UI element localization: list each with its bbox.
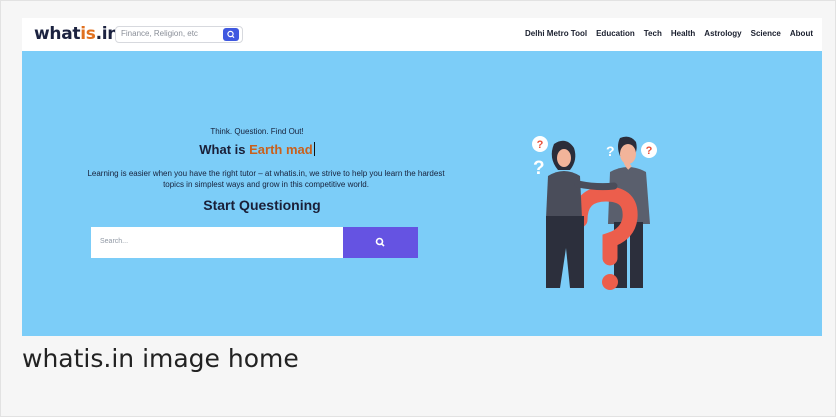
- nav-search-field[interactable]: Finance, Religion, etc: [115, 26, 243, 43]
- hero-search-bar: Search...: [91, 227, 418, 258]
- hero-headline: What is Earth mad: [132, 142, 382, 157]
- svg-text:?: ?: [646, 145, 653, 157]
- question-mark-icon: ?: [606, 143, 615, 159]
- question-mark-icon: ?: [533, 158, 545, 179]
- image-caption: whatis.in image home: [22, 344, 299, 373]
- people-with-question-marks-illustration: ? ? ? ? ?: [532, 136, 657, 290]
- logo-accent: is: [80, 24, 96, 44]
- nav-link-education[interactable]: Education: [596, 29, 635, 38]
- top-navbar: whatis.in Finance, Religion, etc Delhi M…: [22, 18, 822, 51]
- nav-search-button[interactable]: [223, 28, 239, 41]
- hero-search-button[interactable]: [343, 227, 418, 258]
- nav-search-placeholder: Finance, Religion, etc: [121, 29, 198, 38]
- headline-typed-text: Earth mad: [249, 142, 313, 157]
- hero-tagline: Think. Question. Find Out!: [210, 127, 304, 136]
- nav-link-astrology[interactable]: Astrology: [704, 29, 741, 38]
- nav-link-tech[interactable]: Tech: [644, 29, 662, 38]
- nav-links: Delhi Metro Tool Education Tech Health A…: [516, 29, 813, 38]
- headline-prefix: What is: [199, 142, 250, 157]
- question-bubble-icon: ?: [532, 136, 548, 152]
- nav-link-about[interactable]: About: [790, 29, 813, 38]
- hero-search-input[interactable]: Search...: [91, 227, 343, 258]
- hero-section: Think. Question. Find Out! What is Earth…: [22, 51, 822, 336]
- woman-figure: [546, 140, 618, 288]
- typing-cursor: [313, 142, 315, 156]
- question-bubble-icon: ?: [641, 142, 657, 158]
- hero-search-placeholder: Search...: [100, 238, 129, 245]
- site-logo[interactable]: whatis.in: [34, 24, 119, 44]
- website-screenshot: whatis.in Finance, Religion, etc Delhi M…: [22, 18, 822, 336]
- start-questioning-heading: Start Questioning: [203, 197, 321, 213]
- hero-description: Learning is easier when you have the rig…: [87, 169, 445, 189]
- logo-prefix: what: [34, 24, 81, 44]
- nav-link-delhi-metro-tool[interactable]: Delhi Metro Tool: [525, 29, 587, 38]
- image-frame: whatis.in Finance, Religion, etc Delhi M…: [0, 0, 836, 417]
- nav-link-science[interactable]: Science: [751, 29, 781, 38]
- svg-text:?: ?: [537, 139, 544, 151]
- nav-link-health[interactable]: Health: [671, 29, 695, 38]
- search-icon: [375, 237, 385, 247]
- search-icon: [227, 30, 235, 39]
